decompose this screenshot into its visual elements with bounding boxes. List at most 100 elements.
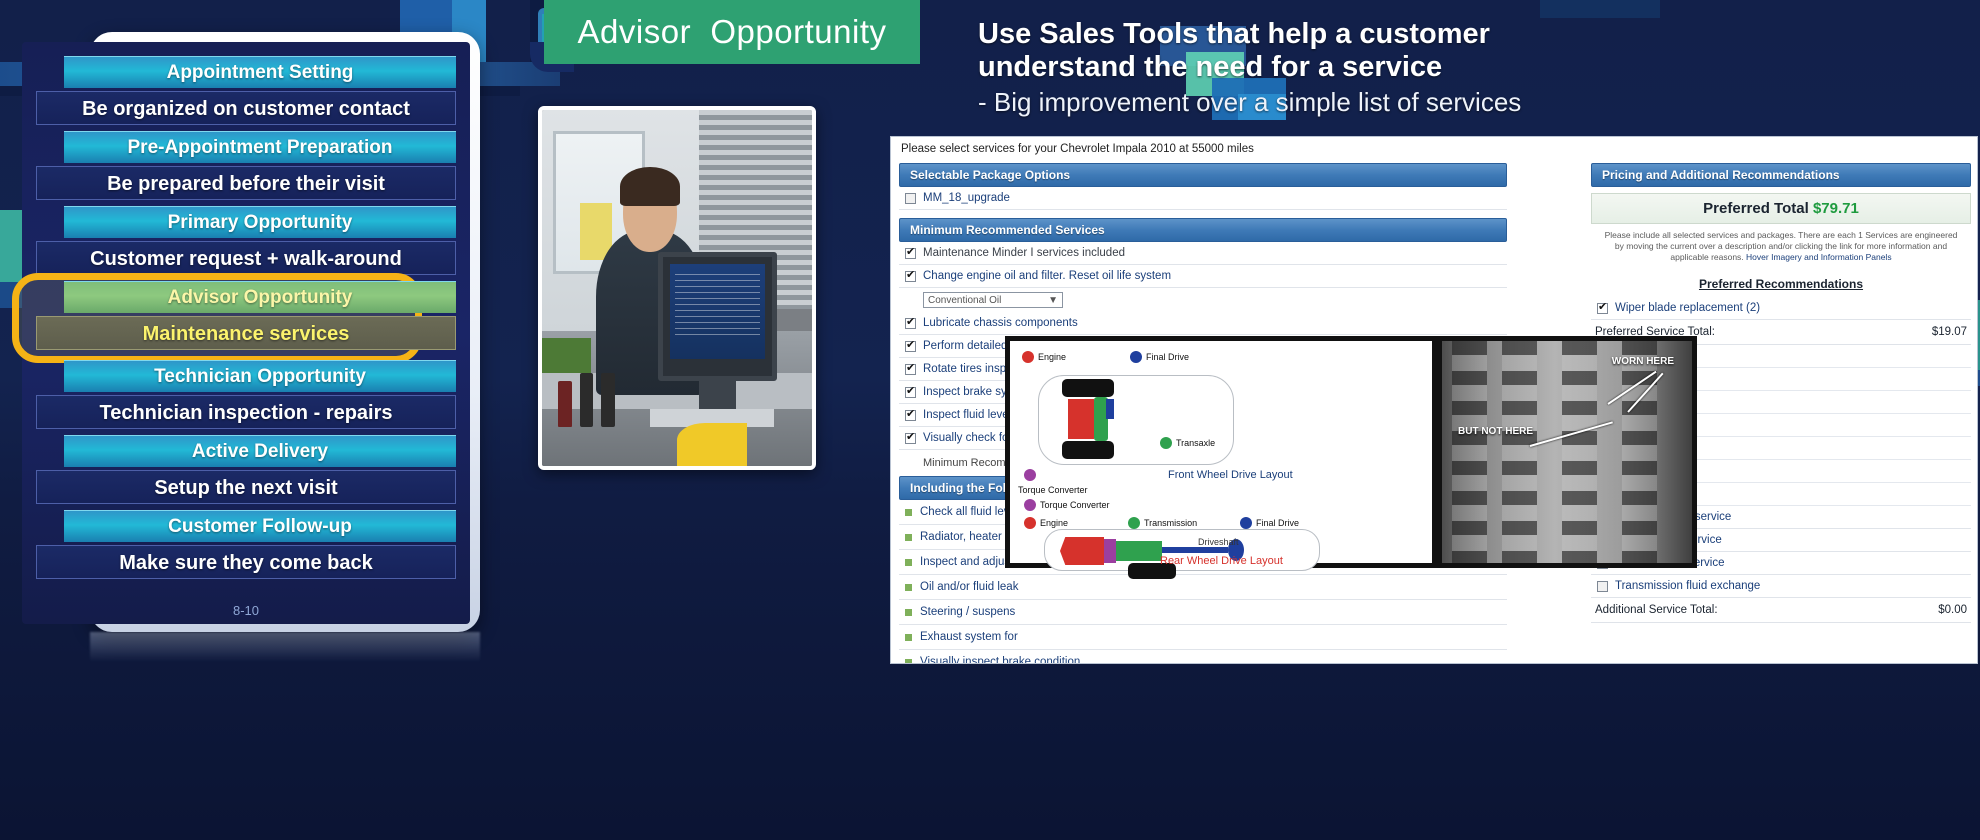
service-label: Inspect brake syst bbox=[923, 386, 1016, 398]
headline-block: Use Sales Tools that help a customer und… bbox=[978, 18, 1970, 118]
bullet-square-icon bbox=[905, 658, 912, 663]
slide-title-banner: Advisor Opportunity bbox=[544, 0, 920, 64]
legend-label-final-drive-bottom: Final Drive bbox=[1256, 518, 1300, 528]
package-options-list[interactable]: MM_18_upgrade bbox=[899, 187, 1507, 210]
minimum-service-row[interactable]: Maintenance Minder I services included bbox=[899, 242, 1507, 265]
minimum-service-row[interactable]: Lubricate chassis components bbox=[899, 312, 1507, 335]
checkbox-unchecked-icon[interactable] bbox=[1597, 580, 1608, 592]
checkbox-checked-icon[interactable] bbox=[1597, 301, 1608, 314]
headline-line-2-bold: understand bbox=[978, 51, 1136, 83]
bullet-square-icon bbox=[905, 533, 912, 541]
service-label: Change engine oil and filter. Reset oil … bbox=[923, 270, 1172, 282]
process-step-subtitle: Setup the next visit bbox=[36, 470, 456, 504]
rwd-transmission-block bbox=[1116, 541, 1162, 561]
legend-label-final-drive-top: Final Drive bbox=[1146, 352, 1190, 362]
process-step-header[interactable]: Technician Opportunity bbox=[64, 360, 456, 392]
checkbox-checked-icon[interactable] bbox=[905, 431, 916, 444]
bullet-square-icon bbox=[905, 583, 912, 591]
service-label: Lubricate chassis components bbox=[923, 317, 1078, 329]
rwd-caption: Rear Wheel Drive Layout bbox=[1160, 555, 1283, 567]
legend-dot-transmission-bottom bbox=[1128, 517, 1140, 529]
fwd-tire-front-left bbox=[1062, 379, 1114, 397]
bg-square-8 bbox=[1540, 0, 1660, 18]
process-step-header[interactable]: Pre-Appointment Preparation bbox=[64, 131, 456, 163]
checkbox-checked-icon[interactable] bbox=[905, 362, 916, 375]
chevron-down-icon[interactable]: ▼ bbox=[1048, 295, 1058, 306]
bullet-square-icon bbox=[905, 608, 912, 616]
legend-dot-torque-converter-mid bbox=[1024, 469, 1036, 481]
process-step[interactable]: Pre-Appointment Preparation Be prepared b… bbox=[22, 131, 470, 200]
checkbox-checked-icon[interactable] bbox=[905, 269, 916, 282]
service-label: Transmission fluid exchange bbox=[1615, 580, 1761, 592]
legend-dot-torque-converter-bottom bbox=[1024, 499, 1036, 511]
checkbox-checked-icon[interactable] bbox=[905, 408, 916, 421]
including-item-label: Visually inspect brake condition bbox=[920, 656, 1081, 664]
checkbox-unchecked-icon[interactable] bbox=[905, 192, 916, 204]
bullet-square-icon bbox=[905, 508, 912, 516]
process-step-subtitle: Maintenance services bbox=[36, 316, 456, 350]
slide-number: 8-10 bbox=[232, 603, 260, 618]
legend-dot-engine-bottom bbox=[1024, 517, 1036, 529]
process-step[interactable]: Technician Opportunity Technician inspect… bbox=[22, 360, 470, 429]
headline-line-1-rest: that help a customer bbox=[1198, 18, 1490, 50]
headline-line-1-bold: Use Sales Tools bbox=[978, 18, 1199, 50]
process-step-header[interactable]: Advisor Opportunity bbox=[64, 281, 456, 313]
tire-label-but-not-here: BUT NOT HERE bbox=[1458, 426, 1533, 437]
additional-service-row[interactable]: Transmission fluid exchange bbox=[1591, 575, 1971, 598]
process-card-inner: Appointment Setting Be organized on custo… bbox=[12, 42, 470, 624]
rwd-driveshaft bbox=[1162, 547, 1228, 553]
package-option-row[interactable]: MM_18_upgrade bbox=[899, 187, 1507, 210]
preferred-total-label: Preferred Total bbox=[1703, 200, 1809, 217]
additional-service-total-label: Additional Service Total: bbox=[1595, 604, 1718, 616]
process-step-header[interactable]: Appointment Setting bbox=[64, 56, 456, 88]
process-step-header[interactable]: Customer Follow-up bbox=[64, 510, 456, 542]
rwd-torque-converter-block bbox=[1104, 539, 1116, 563]
preferred-total-amount: $79.71 bbox=[1812, 200, 1859, 217]
preferred-recommendations-list[interactable]: Wiper blade replacement (2) bbox=[1591, 297, 1971, 320]
fwd-engine-block bbox=[1068, 399, 1094, 439]
headline-line-2-rest: the need for a service bbox=[1135, 51, 1443, 83]
legend-dot-final-drive-top bbox=[1130, 351, 1142, 363]
process-step[interactable]: Active Delivery Setup the next visit bbox=[22, 435, 470, 504]
drivetrain-diagram: Engine Final Drive Torque Converter Tran… bbox=[1005, 336, 1437, 579]
checkbox-checked-icon[interactable] bbox=[905, 246, 916, 259]
service-label: Inspect fluid levels bbox=[923, 409, 1017, 421]
bullet-square-icon bbox=[905, 558, 912, 566]
pricing-fineprint: Please include all selected services and… bbox=[1591, 224, 1971, 269]
page-title: Advisor Opportunity bbox=[577, 13, 887, 50]
legend-label-engine-bottom: Engine bbox=[1040, 518, 1069, 528]
advisor-photo bbox=[538, 106, 816, 470]
process-step[interactable]: Advisor Opportunity Maintenance services bbox=[12, 273, 470, 363]
legend-label-torque-converter-mid: Torque Converter bbox=[1018, 485, 1088, 495]
checkbox-checked-icon[interactable] bbox=[905, 385, 916, 398]
including-item-row: Exhaust system for bbox=[899, 625, 1507, 650]
preferred-recommendation-row[interactable]: Wiper blade replacement (2) bbox=[1591, 297, 1971, 320]
fwd-caption: Front Wheel Drive Layout bbox=[1168, 469, 1293, 481]
preferred-total-box: Preferred Total $79.71 bbox=[1591, 193, 1971, 224]
oil-type-dropdown[interactable]: Conventional Oil ▼ bbox=[923, 292, 1063, 308]
driveshaft-label: Driveshaft bbox=[1198, 537, 1239, 547]
process-step-subtitle: Technician inspection - repairs bbox=[36, 395, 456, 429]
process-step[interactable]: Primary Opportunity Customer request + wa… bbox=[22, 206, 470, 275]
including-item-label: Radiator, heater & bbox=[920, 531, 1013, 543]
process-step[interactable]: Appointment Setting Be organized on custo… bbox=[22, 56, 470, 125]
minimum-service-row[interactable]: Change engine oil and filter. Reset oil … bbox=[899, 265, 1507, 288]
additional-service-total-row: Additional Service Total: $0.00 bbox=[1591, 598, 1971, 623]
headline-line-2: understand the need for a service bbox=[978, 51, 1970, 84]
process-step[interactable]: Customer Follow-up Make sure they come ba… bbox=[22, 510, 470, 579]
oil-type-value: Conventional Oil bbox=[928, 294, 1002, 306]
fineprint-link[interactable]: Hover Imagery and Information Panels bbox=[1746, 252, 1892, 262]
including-item-row: Oil and/or fluid leak bbox=[899, 575, 1507, 600]
process-step-header[interactable]: Active Delivery bbox=[64, 435, 456, 467]
process-step-subtitle: Make sure they come back bbox=[36, 545, 456, 579]
legend-dot-engine-top bbox=[1022, 351, 1034, 363]
process-step-header[interactable]: Primary Opportunity bbox=[64, 206, 456, 238]
service-label: MM_18_upgrade bbox=[923, 192, 1010, 204]
process-step-subtitle: Be prepared before their visit bbox=[36, 166, 456, 200]
service-label: Wiper blade replacement (2) bbox=[1615, 302, 1761, 314]
process-step-list: Appointment Setting Be organized on custo… bbox=[12, 42, 470, 585]
checkbox-checked-icon[interactable] bbox=[905, 339, 916, 352]
preferred-service-total-amount: $19.07 bbox=[1931, 326, 1967, 338]
slide-stage: Advisor Opportunity Use Sales Tools that… bbox=[0, 0, 1980, 840]
checkbox-checked-icon[interactable] bbox=[905, 316, 916, 329]
